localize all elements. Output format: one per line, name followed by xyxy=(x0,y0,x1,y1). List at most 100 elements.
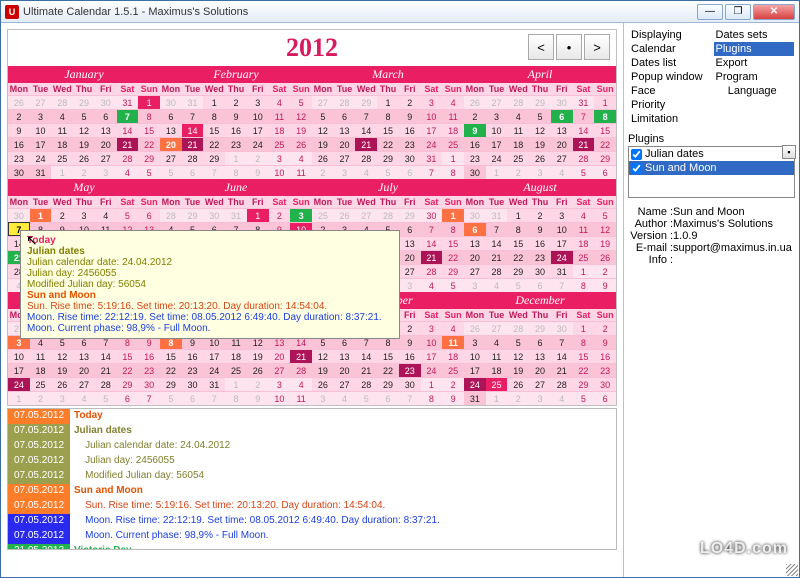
calendar-day[interactable]: 5 xyxy=(73,109,95,123)
calendar-day[interactable]: 30 xyxy=(529,264,551,278)
calendar-day[interactable]: 27 xyxy=(73,377,95,391)
calendar-day[interactable]: 2 xyxy=(30,391,52,405)
calendar-day[interactable]: 13 xyxy=(73,349,95,363)
calendar-day[interactable]: 5 xyxy=(573,165,595,179)
calendar-day[interactable]: 15 xyxy=(442,236,464,250)
calendar-day[interactable]: 24 xyxy=(421,137,443,151)
calendar-day[interactable]: 5 xyxy=(377,165,399,179)
calendar-day[interactable]: 14 xyxy=(95,349,117,363)
calendar-day[interactable]: 3 xyxy=(529,165,551,179)
calendar-day[interactable]: 3 xyxy=(30,109,52,123)
settings-item[interactable]: Plugins xyxy=(714,42,795,56)
calendar-day[interactable]: 1 xyxy=(507,208,529,222)
calendar-day[interactable]: 13 xyxy=(95,123,117,137)
calendar-day[interactable]: 16 xyxy=(529,236,551,250)
calendar-day[interactable]: 23 xyxy=(399,363,421,377)
calendar-day[interactable]: 29 xyxy=(73,95,95,109)
calendar-day[interactable]: 15 xyxy=(117,349,139,363)
calendar-day[interactable]: 31 xyxy=(30,165,52,179)
calendar-day[interactable]: 31 xyxy=(182,95,204,109)
calendar-day[interactable]: 11 xyxy=(290,391,312,405)
calendar-day[interactable]: 2 xyxy=(8,109,30,123)
calendar-day[interactable]: 20 xyxy=(334,363,356,377)
calendar-day[interactable]: 5 xyxy=(529,109,551,123)
calendar-day[interactable]: 28 xyxy=(334,95,356,109)
calendar-day[interactable]: 29 xyxy=(529,321,551,335)
calendar-day[interactable]: 8 xyxy=(573,335,595,349)
calendar-day[interactable]: 26 xyxy=(247,363,269,377)
calendar-day[interactable]: 3 xyxy=(464,335,486,349)
calendar-day[interactable]: 23 xyxy=(529,250,551,264)
calendar-day[interactable]: 11 xyxy=(442,109,464,123)
calendar-day[interactable]: 8 xyxy=(507,222,529,236)
calendar-day[interactable]: 22 xyxy=(117,363,139,377)
calendar-day[interactable]: 18 xyxy=(51,137,73,151)
calendar-day[interactable]: 3 xyxy=(334,165,356,179)
calendar-day[interactable]: 9 xyxy=(247,391,269,405)
calendar-day[interactable]: 7 xyxy=(203,391,225,405)
calendar-day[interactable]: 25 xyxy=(507,151,529,165)
calendar-day[interactable]: 15 xyxy=(377,349,399,363)
calendar-day[interactable]: 10 xyxy=(421,335,443,349)
calendar-day[interactable]: 2 xyxy=(399,321,421,335)
calendar-day[interactable]: 15 xyxy=(377,123,399,137)
calendar-day[interactable]: 3 xyxy=(247,95,269,109)
settings-item[interactable]: Limitation xyxy=(629,112,710,126)
calendar-day[interactable]: 7 xyxy=(421,165,443,179)
calendar-day[interactable]: 16 xyxy=(138,349,160,363)
calendar-day[interactable]: 19 xyxy=(247,349,269,363)
calendar-day[interactable]: 2 xyxy=(594,321,616,335)
calendar-day[interactable]: 29 xyxy=(138,151,160,165)
calendar-day[interactable]: 3 xyxy=(51,391,73,405)
calendar-day[interactable]: 9 xyxy=(442,391,464,405)
plugin-checkbox[interactable] xyxy=(631,149,642,160)
calendar-day[interactable]: 12 xyxy=(51,349,73,363)
calendar-day[interactable]: 22 xyxy=(160,363,182,377)
calendar-day[interactable]: 25 xyxy=(51,151,73,165)
calendar-day[interactable]: 23 xyxy=(225,137,247,151)
calendar-day[interactable]: 8 xyxy=(573,278,595,292)
calendar-day[interactable]: 30 xyxy=(399,377,421,391)
calendar-day[interactable]: 28 xyxy=(377,208,399,222)
calendar-day[interactable]: 22 xyxy=(138,137,160,151)
calendar-day[interactable]: 11 xyxy=(442,335,464,349)
calendar-day[interactable]: 2 xyxy=(247,377,269,391)
calendar-day[interactable]: 18 xyxy=(507,137,529,151)
calendar-day[interactable]: 27 xyxy=(355,208,377,222)
calendar-day[interactable]: 26 xyxy=(334,208,356,222)
list-item[interactable]: 07.05.2012Today xyxy=(8,409,616,424)
calendar-day[interactable]: 30 xyxy=(594,377,616,391)
calendar-day[interactable]: 21 xyxy=(421,250,443,264)
calendar-day[interactable]: 1 xyxy=(51,165,73,179)
calendar-day[interactable]: 6 xyxy=(529,278,551,292)
calendar-day[interactable]: 29 xyxy=(507,264,529,278)
calendar-day[interactable]: 12 xyxy=(507,349,529,363)
list-item[interactable]: 07.05.2012Sun and Moon xyxy=(8,484,616,499)
calendar-day[interactable]: 17 xyxy=(421,349,443,363)
calendar-day[interactable]: 5 xyxy=(138,165,160,179)
calendar-day[interactable]: 1 xyxy=(442,151,464,165)
calendar-day[interactable]: 16 xyxy=(225,123,247,137)
calendar-day[interactable]: 8 xyxy=(203,109,225,123)
calendar-day[interactable]: 20 xyxy=(529,363,551,377)
calendar-day[interactable]: 1 xyxy=(421,377,443,391)
calendar-day[interactable]: 4 xyxy=(290,151,312,165)
dates-list[interactable]: 07.05.2012Today07.05.2012Julian dates07.… xyxy=(7,408,617,550)
calendar-day[interactable]: 10 xyxy=(269,391,291,405)
calendar-day[interactable]: 4 xyxy=(573,208,595,222)
calendar-day[interactable]: 29 xyxy=(573,377,595,391)
calendar-day[interactable]: 11 xyxy=(290,165,312,179)
calendar-day[interactable]: 6 xyxy=(594,391,616,405)
list-item[interactable]: 07.05.2012 Moon. Current phase: 98,9% - … xyxy=(8,529,616,544)
calendar-day[interactable]: 28 xyxy=(290,363,312,377)
calendar-day[interactable]: 3 xyxy=(529,391,551,405)
calendar-day[interactable]: 31 xyxy=(486,208,508,222)
calendar-day[interactable]: 7 xyxy=(182,109,204,123)
calendar-day[interactable]: 27 xyxy=(399,264,421,278)
calendar-day[interactable]: 14 xyxy=(551,349,573,363)
calendar-day[interactable]: 1 xyxy=(486,391,508,405)
calendar-day[interactable]: 12 xyxy=(594,222,616,236)
calendar-day[interactable]: 23 xyxy=(594,363,616,377)
calendar-day[interactable]: 1 xyxy=(442,208,464,222)
calendar-day[interactable]: 8 xyxy=(594,109,616,123)
